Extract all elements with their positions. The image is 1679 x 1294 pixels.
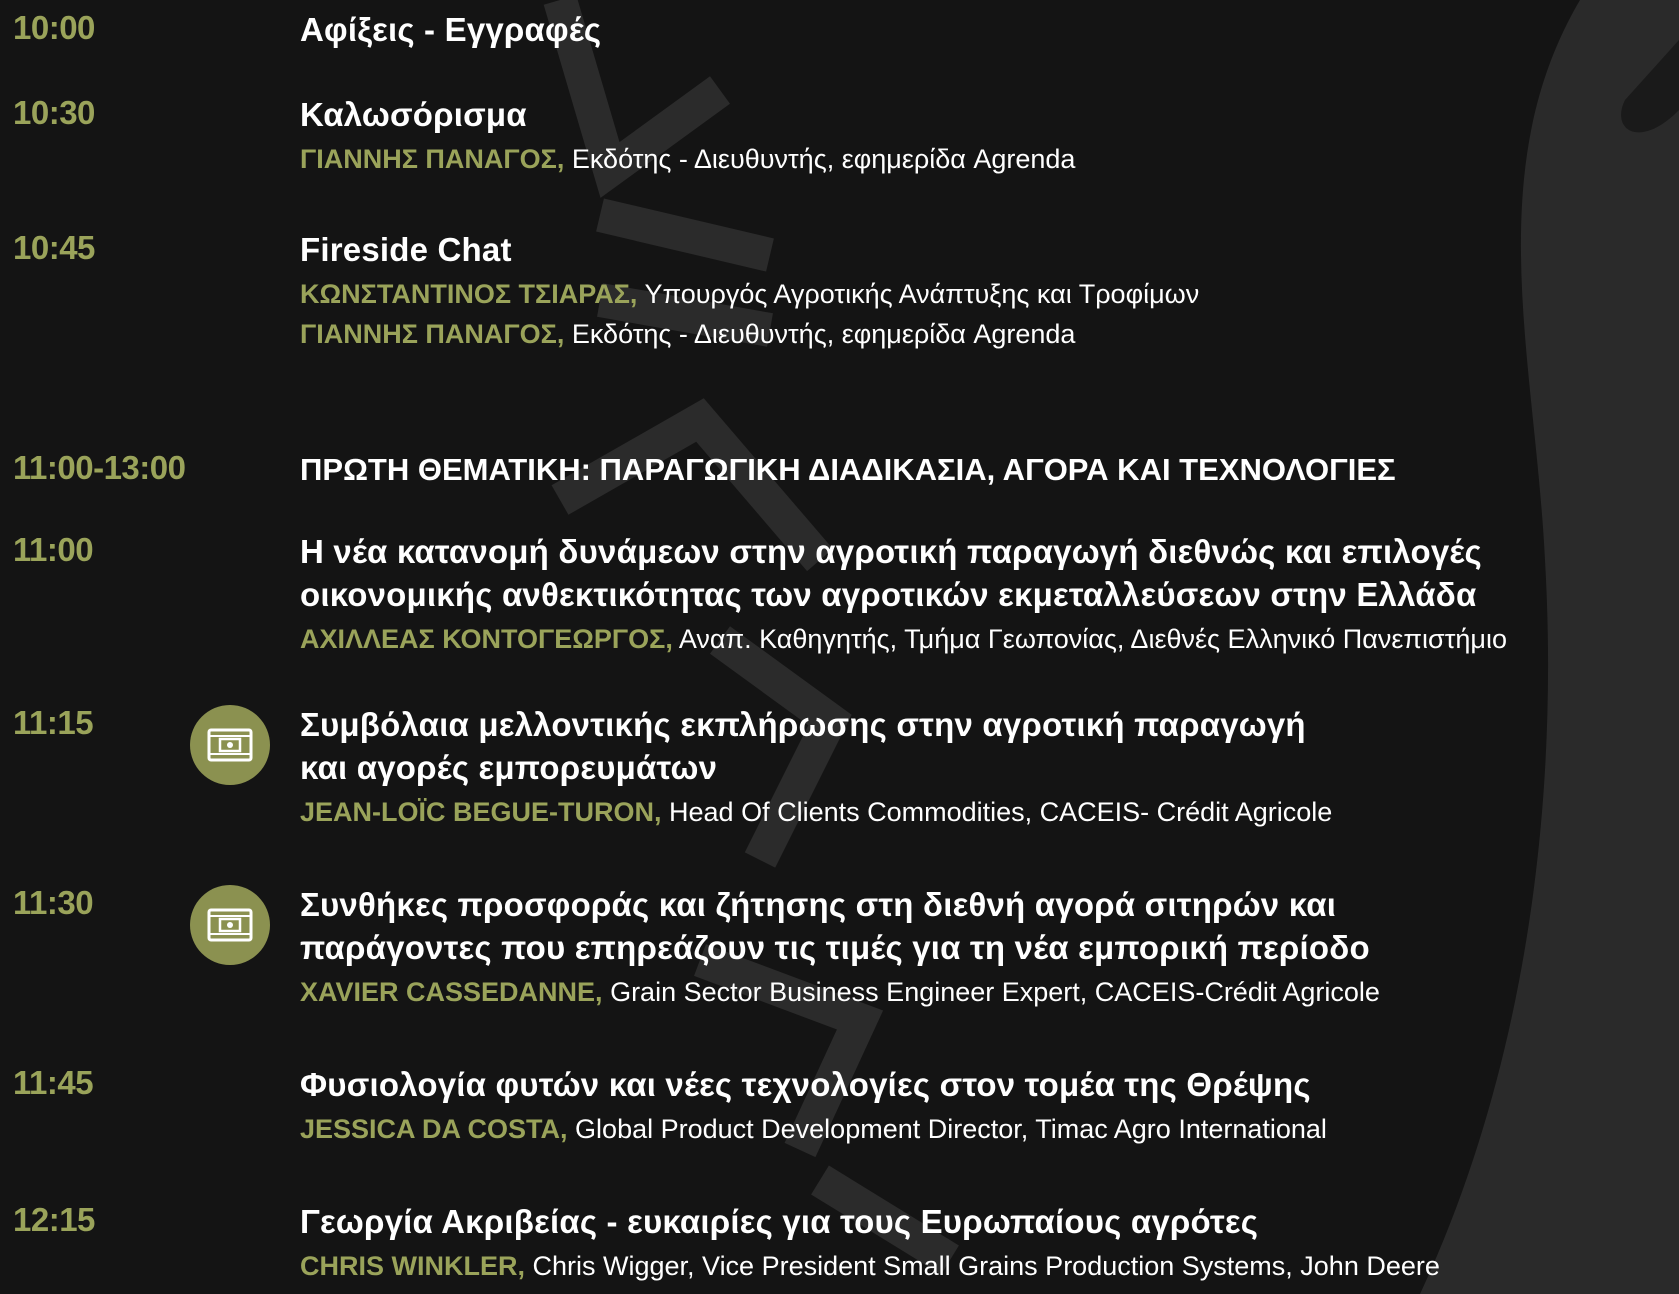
agenda-title: Συμβόλαια μελλοντικής εκπλήρωσης στην αγ… — [300, 706, 1306, 743]
speaker-name: CHRIS WINKLER, — [300, 1251, 525, 1281]
agenda-content: Η νέα κατανομή δυνάμεων στην αγροτική πα… — [300, 530, 1670, 659]
agenda-content: Γεωργία Ακριβείας - ευκαιρίες για τους Ε… — [300, 1200, 1670, 1286]
agenda-time: 11:15 — [13, 704, 94, 741]
agenda-title: Φυσιολογία φυτών και νέες τεχνολογίες στ… — [300, 1066, 1311, 1103]
agenda-content: ΠΡΩΤΗ ΘΕΜΑΤΙΚΗ: ΠΑΡΑΓΩΓΙΚΗ ΔΙΑΔΙΚΑΣΙΑ, Α… — [300, 448, 1670, 491]
speaker-role: Εκδότης - Διευθυντής, εφημερίδα Agrenda — [564, 144, 1076, 174]
agenda-content: Συμβόλαια μελλοντικής εκπλήρωσης στην αγ… — [300, 703, 1670, 832]
speaker-name: JEAN-LOÏC BEGUE-TURON, — [300, 797, 662, 827]
speaker-name: ΑΧΙΛΛΕΑΣ ΚΟΝΤΟΓΕΩΡΓΟΣ, — [300, 624, 673, 654]
speaker-name: ΓΙΑΝΝΗΣ ΠΑΝΑΓΟΣ, — [300, 144, 565, 174]
agenda-content: Fireside Chat ΚΩΝΣΤΑΝΤΙΝΟΣ ΤΣΙΑΡΑΣ, Υπουρ… — [300, 228, 1670, 354]
speaker-line: JESSICA DA COSTA, Global Product Develop… — [300, 1110, 1670, 1149]
film-icon — [207, 728, 253, 762]
agenda-content: Καλωσόρισμα ΓΙΑΝΝΗΣ ΠΑΝΑΓΟΣ, Εκδότης - Δι… — [300, 93, 1670, 179]
agenda-time: 11:30 — [13, 884, 94, 921]
speaker-role: Chris Wigger, Vice President Small Grain… — [525, 1251, 1440, 1281]
agenda-content: Συνθήκες προσφοράς και ζήτησης στη διεθν… — [300, 883, 1670, 1012]
agenda-time: 11:45 — [13, 1064, 94, 1101]
speaker-role: Αναπ. Καθηγητής, Τμήμα Γεωπονίας, Διεθνέ… — [672, 624, 1507, 654]
speaker-line: ΑΧΙΛΛΕΑΣ ΚΟΝΤΟΓΕΩΡΓΟΣ, Αναπ. Καθηγητής, … — [300, 620, 1670, 659]
agenda-time: 12:15 — [13, 1201, 95, 1238]
agenda-title: παράγοντες που επηρεάζουν τις τιμές για … — [300, 929, 1370, 966]
agenda-title: και αγορές εμπορευμάτων — [300, 749, 718, 786]
speaker-name: ΚΩΝΣΤΑΝΤΙΝΟΣ ΤΣΙΑΡΑΣ, — [300, 279, 638, 309]
speaker-line: ΚΩΝΣΤΑΝΤΙΝΟΣ ΤΣΙΑΡΑΣ, Υπουργός Αγροτικής… — [300, 275, 1670, 314]
agenda-content: Αφίξεις - Εγγραφές — [300, 8, 1670, 51]
speaker-line: CHRIS WINKLER, Chris Wigger, Vice Presid… — [300, 1247, 1670, 1286]
speaker-line: ΓΙΑΝΝΗΣ ΠΑΝΑΓΟΣ, Εκδότης - Διευθυντής, ε… — [300, 140, 1670, 179]
agenda-list: 10:00 Αφίξεις - Εγγραφές 10:30 Καλωσόρισμα Γ… — [0, 0, 1679, 1294]
agenda-time: 10:30 — [13, 94, 95, 131]
agenda-title: Η νέα κατανομή δυνάμεων στην αγροτική πα… — [300, 533, 1482, 570]
agenda-title: Συνθήκες προσφοράς και ζήτησης στη διεθν… — [300, 886, 1337, 923]
film-icon — [207, 908, 253, 942]
agenda-title: Αφίξεις - Εγγραφές — [300, 11, 602, 48]
agenda-time: 10:45 — [13, 229, 95, 266]
agenda-content: Φυσιολογία φυτών και νέες τεχνολογίες στ… — [300, 1063, 1670, 1149]
speaker-role: Εκδότης - Διευθυντής, εφημερίδα Agrenda — [564, 319, 1076, 349]
agenda-title: Καλωσόρισμα — [300, 96, 527, 133]
speaker-name: JESSICA DA COSTA, — [300, 1114, 568, 1144]
agenda-time: 10:00 — [13, 9, 95, 46]
speaker-role: Global Product Development Director, Tim… — [567, 1114, 1327, 1144]
agenda-time: 11:00 — [13, 531, 94, 568]
agenda-title: ΠΡΩΤΗ ΘΕΜΑΤΙΚΗ: ΠΑΡΑΓΩΓΙΚΗ ΔΙΑΔΙΚΑΣΙΑ, Α… — [300, 452, 1396, 487]
speaker-line: JEAN-LOÏC BEGUE-TURON, Head Of Clients C… — [300, 793, 1670, 832]
agenda-title: οικονομικής ανθεκτικότητας των αγροτικών… — [300, 576, 1477, 613]
speaker-name: XAVIER CASSEDANNE, — [300, 977, 603, 1007]
speaker-name: ΓΙΑΝΝΗΣ ΠΑΝΑΓΟΣ, — [300, 319, 565, 349]
speaker-role: Grain Sector Business Engineer Expert, C… — [602, 977, 1380, 1007]
agenda-title: Fireside Chat — [300, 231, 512, 268]
speaker-line: ΓΙΑΝΝΗΣ ΠΑΝΑΓΟΣ, Εκδότης - Διευθυντής, ε… — [300, 315, 1670, 354]
speaker-role: Head Of Clients Commodities, CACEIS- Cré… — [661, 797, 1333, 827]
agenda-time: 11:00-13:00 — [13, 449, 186, 486]
video-icon[interactable] — [190, 885, 270, 965]
speaker-line: XAVIER CASSEDANNE, Grain Sector Business… — [300, 973, 1670, 1012]
video-icon[interactable] — [190, 705, 270, 785]
speaker-role: Υπουργός Αγροτικής Ανάπτυξης και Τροφίμω… — [637, 279, 1200, 309]
agenda-title: Γεωργία Ακριβείας - ευκαιρίες για τους Ε… — [300, 1203, 1259, 1240]
